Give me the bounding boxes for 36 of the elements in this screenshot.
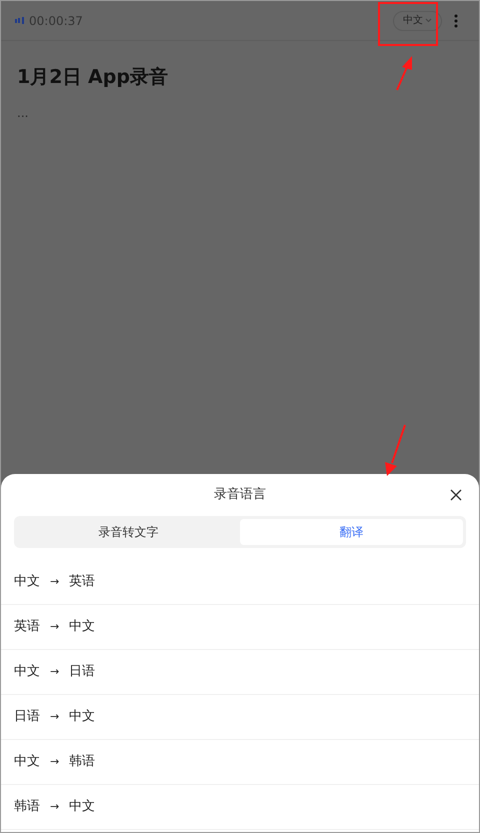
annotation-arrow [396,56,412,90]
source-language: 日语 [14,708,40,726]
target-language: 中文 [69,798,96,816]
arrow-symbol: → [50,708,60,725]
target-language: 中文 [69,618,96,636]
language-tab[interactable]: 翻译 [240,519,463,545]
source-language: 韩语 [14,798,40,816]
target-language: 韩语 [69,753,96,772]
recording-level-icon [15,17,24,24]
language-option[interactable]: 韩语 → 中文 [1,785,479,830]
more-menu-icon[interactable] [454,14,458,28]
arrow-symbol: → [50,618,60,635]
source-language: 中文 [14,753,40,772]
annotation-arrow [385,424,406,476]
language-option[interactable]: 中文 → 日语 [1,650,479,695]
note-title: 1月2日 App录音 [17,65,168,90]
arrow-symbol: → [50,664,60,680]
arrow-symbol: → [50,574,60,590]
source-language: 中文 [14,663,40,682]
sheet-title: 录音语言 [214,486,266,504]
language-tab[interactable]: 录音转文字 [17,519,240,545]
language-option[interactable]: 中文 → 韩语 [1,740,479,785]
close-icon[interactable] [450,489,462,501]
target-language: 日语 [69,663,96,682]
note-body: ... [17,104,28,122]
source-language: 英语 [14,618,40,636]
language-option[interactable]: 中文 → 英语 [1,560,479,605]
target-language: 英语 [69,573,96,592]
target-language: 中文 [69,708,96,726]
arrow-symbol: → [50,798,60,815]
language-option[interactable]: 日语 → 中文 [1,695,479,740]
source-language: 中文 [14,573,40,592]
highlight-frame [378,2,438,46]
chevron-down-icon [425,18,432,23]
arrow-symbol: → [50,754,60,770]
language-option[interactable]: 英语 → 中文 [1,605,479,650]
